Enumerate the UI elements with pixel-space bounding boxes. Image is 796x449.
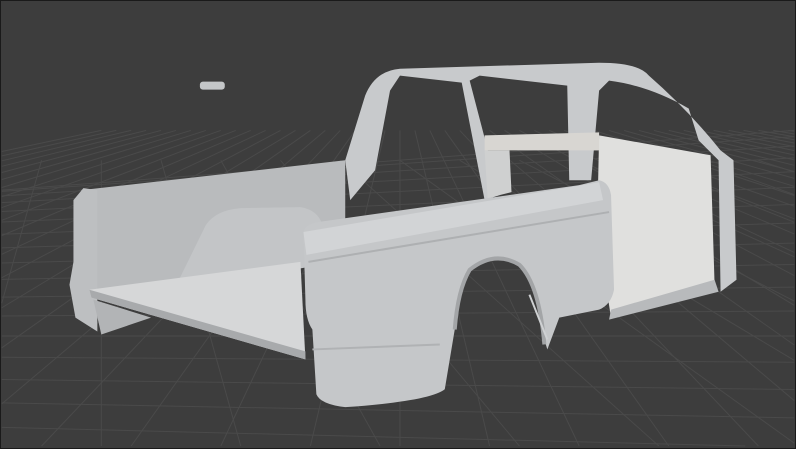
grid-line bbox=[1, 402, 795, 419]
3d-viewport[interactable] bbox=[0, 0, 796, 449]
bed-tail-edge bbox=[69, 188, 98, 332]
truck-model[interactable] bbox=[69, 62, 737, 408]
cab-rear-wall bbox=[484, 150, 512, 199]
grid-line bbox=[1, 426, 746, 447]
grid-line bbox=[1, 129, 162, 173]
cab-seatback bbox=[484, 132, 600, 151]
grid-line bbox=[1, 129, 132, 162]
small-part[interactable] bbox=[199, 81, 225, 90]
viewport-canvas[interactable] bbox=[1, 1, 795, 448]
